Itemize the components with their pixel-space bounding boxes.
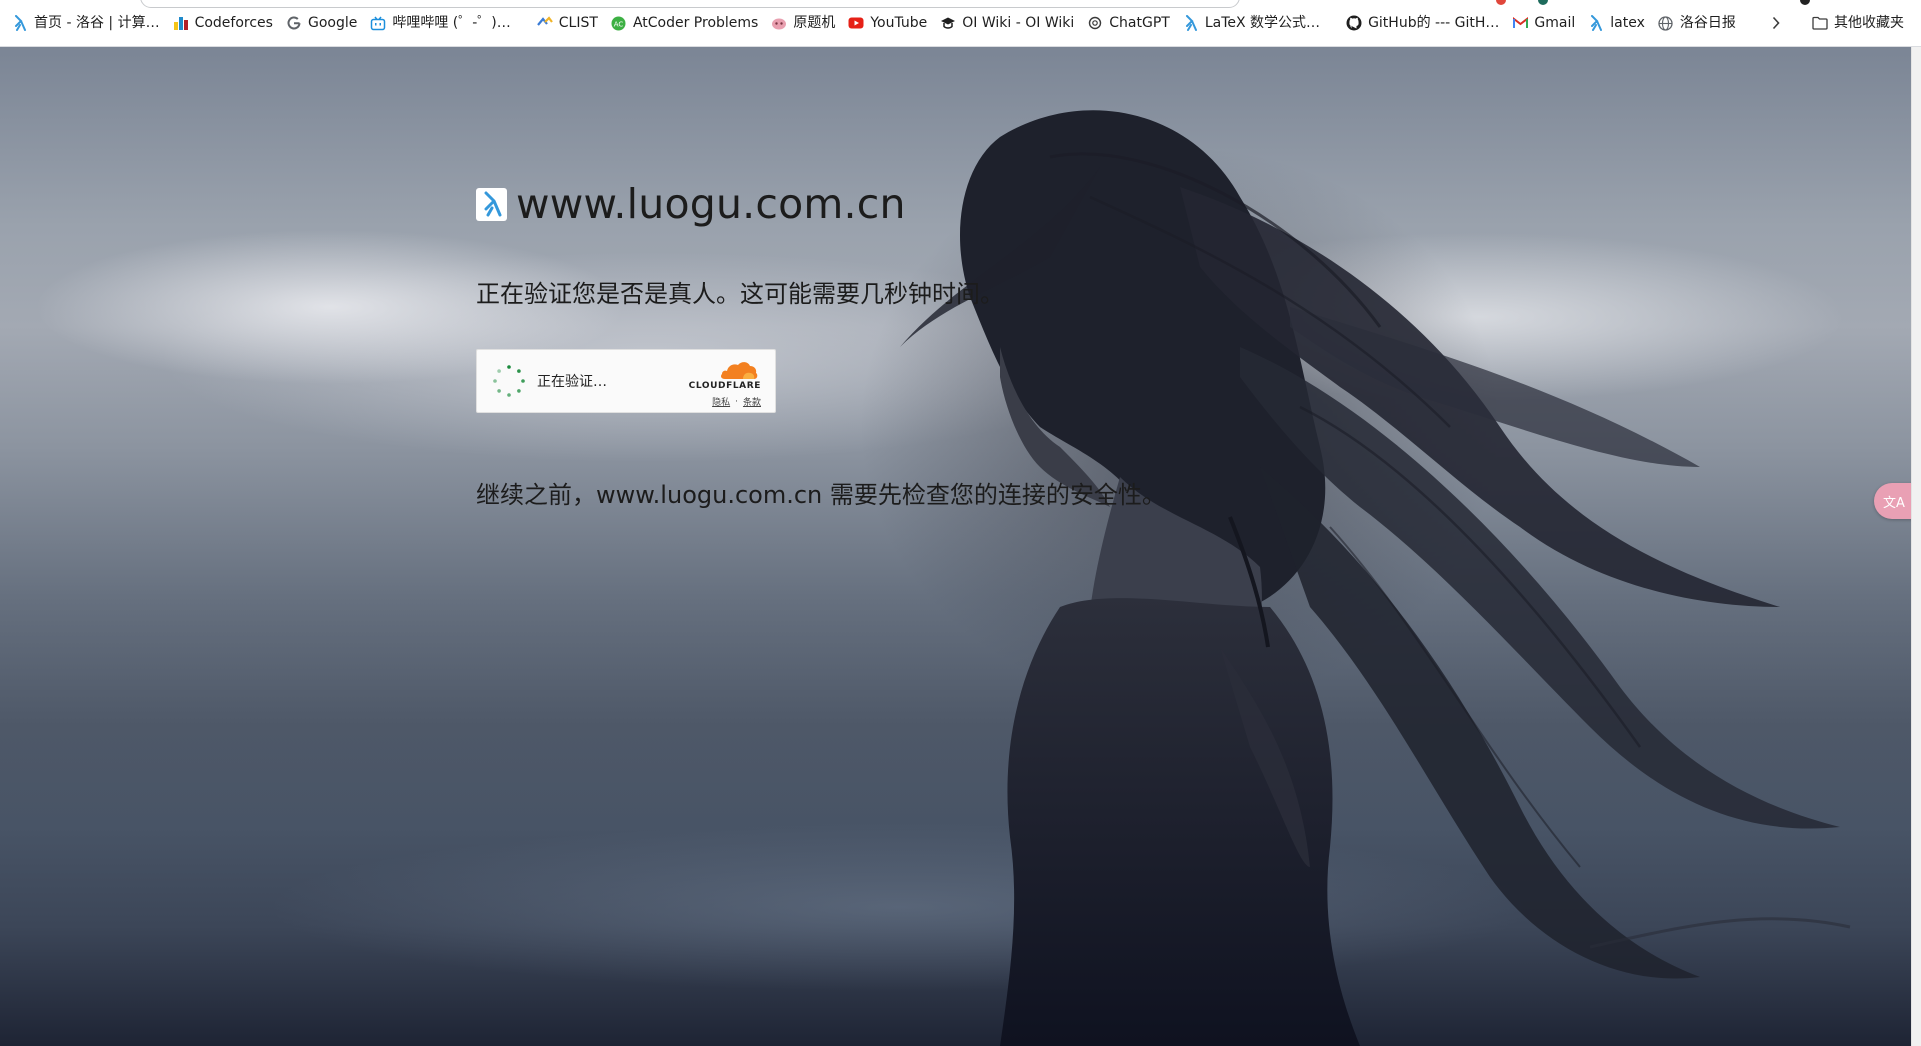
- bookmark-github[interactable]: GitHub的 --- GitH…: [1340, 8, 1505, 38]
- bookmark-label: ChatGPT: [1109, 15, 1170, 31]
- bookmark-luogu-home[interactable]: 首页 - 洛谷 | 计算…: [6, 8, 166, 38]
- bookmark-latex-formula[interactable]: LaTeX 数学公式…: [1177, 8, 1326, 38]
- other-bookmarks-label: 其他收藏夹: [1834, 15, 1904, 31]
- bookmarks-bar: 首页 - 洛谷 | 计算… Codeforces Google 哔哩哔哩 (゜-…: [0, 0, 1921, 47]
- atcoder-icon: AC: [611, 15, 627, 31]
- bookmark-chatgpt[interactable]: ChatGPT: [1081, 8, 1176, 38]
- terms-link[interactable]: 条款: [743, 395, 761, 408]
- bookmark-google[interactable]: Google: [280, 8, 363, 38]
- bookmark-codeforces[interactable]: Codeforces: [167, 8, 279, 38]
- bookmark-latex[interactable]: latex: [1582, 8, 1651, 38]
- turnstile-widget[interactable]: 正在验证… CLOUDFLARE 隐私 · 条款: [476, 349, 776, 413]
- bookmark-label: CLIST: [558, 15, 598, 31]
- clist-icon: [536, 15, 553, 31]
- challenge-heading-row: www.luogu.com.cn: [476, 180, 906, 228]
- luogu-icon: [12, 15, 28, 31]
- bookmark-clist[interactable]: CLIST: [531, 8, 604, 38]
- github-icon: [1346, 15, 1362, 31]
- translate-button[interactable]: 文A: [1874, 483, 1911, 519]
- yuantiji-icon: [771, 15, 787, 31]
- luogu-icon: [1588, 15, 1604, 31]
- globe-icon: [1658, 15, 1674, 31]
- bookmark-label: GitHub的 --- GitH…: [1368, 15, 1500, 31]
- bookmark-bilibili[interactable]: 哔哩哔哩 (゜-゜)…: [364, 8, 516, 38]
- background-artwork: [860, 110, 1851, 1046]
- loading-spinner-icon: [493, 365, 525, 397]
- bookmark-youtube[interactable]: YouTube: [842, 8, 933, 38]
- bookmark-label: Google: [307, 15, 358, 31]
- other-bookmarks-folder[interactable]: 其他收藏夹: [1806, 8, 1910, 38]
- google-icon: [286, 15, 302, 31]
- bookmark-label: 原题机: [793, 15, 836, 31]
- verifying-message: 正在验证您是否是真人。这可能需要几秒钟时间。: [476, 280, 1004, 308]
- cloudflare-cloud-icon: [721, 362, 758, 379]
- turnstile-status: 正在验证…: [537, 374, 607, 390]
- folder-icon: [1812, 15, 1828, 31]
- link-separator: ·: [735, 396, 738, 407]
- oiwiki-icon: [940, 15, 956, 31]
- page-scrollbar[interactable]: [1911, 47, 1921, 1046]
- svg-text:AC: AC: [614, 20, 624, 28]
- gmail-icon: [1512, 15, 1528, 31]
- luogu-logo-icon: [476, 187, 507, 221]
- bookmark-label: OI Wiki - OI Wiki: [962, 15, 1075, 31]
- bookmark-label: AtCoder Problems: [632, 15, 759, 31]
- bookmark-label: YouTube: [870, 15, 928, 31]
- bookmark-label: 洛谷日报: [1679, 15, 1736, 31]
- security-check-message: 继续之前，www.luogu.com.cn 需要先检查您的连接的安全性。: [476, 481, 1166, 509]
- codeforces-icon: [173, 15, 189, 31]
- profile-icon[interactable]: [1800, 0, 1810, 5]
- bookmark-label: Codeforces: [194, 15, 273, 31]
- bilibili-icon: [370, 15, 386, 31]
- bookmark-label: 哔哩哔哩 (゜-゜)…: [392, 15, 511, 31]
- cloudflare-brand: CLOUDFLARE 隐私 · 条款: [689, 360, 761, 408]
- privacy-link[interactable]: 隐私: [712, 395, 730, 408]
- translate-icon: 文A: [1883, 495, 1905, 511]
- youtube-icon: [848, 15, 864, 31]
- bookmark-yuantiji[interactable]: 原题机: [765, 8, 841, 38]
- bookmark-atcoder-problems[interactable]: AC AtCoder Problems: [605, 8, 764, 38]
- site-heading: www.luogu.com.cn: [516, 180, 906, 228]
- luogu-icon: [1183, 15, 1199, 31]
- chatgpt-icon: [1087, 15, 1103, 31]
- bookmark-label: LaTeX 数学公式…: [1204, 15, 1321, 31]
- bookmarks-overflow-chevron-icon[interactable]: [1762, 9, 1790, 37]
- bookmark-list: 首页 - 洛谷 | 计算… Codeforces Google 哔哩哔哩 (゜-…: [6, 0, 1742, 46]
- page-viewport: www.luogu.com.cn 正在验证您是否是真人。这可能需要几秒钟时间。 …: [0, 47, 1911, 1046]
- bookmark-oiwiki[interactable]: OI Wiki - OI Wiki: [934, 8, 1080, 38]
- bookmark-luogu-daily[interactable]: 洛谷日报: [1652, 8, 1742, 38]
- bookmark-label: latex: [1610, 15, 1645, 31]
- bookmark-label: 首页 - 洛谷 | 计算…: [34, 15, 160, 31]
- bookmark-label: Gmail: [1534, 15, 1576, 31]
- bookmark-gmail[interactable]: Gmail: [1506, 8, 1581, 38]
- cloudflare-wordmark: CLOUDFLARE: [688, 381, 761, 391]
- turnstile-links: 隐私 · 条款: [712, 395, 761, 409]
